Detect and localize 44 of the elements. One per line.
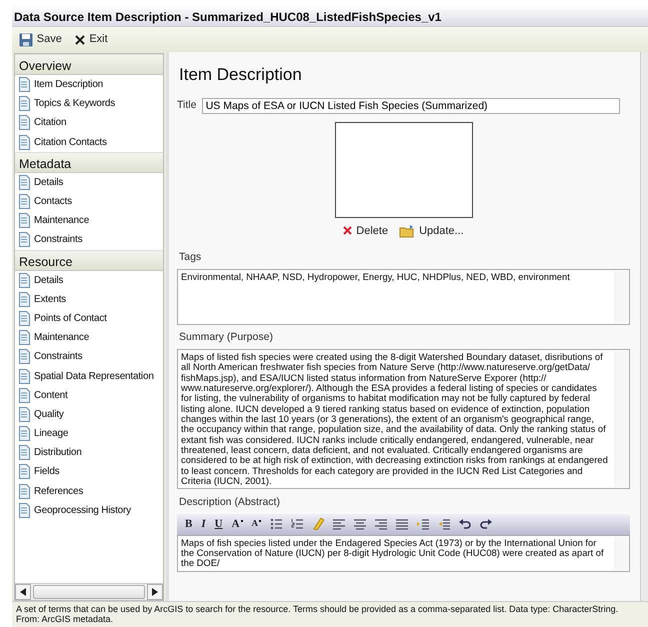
field-label: Summary (Purpose)	[179, 330, 274, 346]
sidebar-item[interactable]: Citation Contacts	[15, 132, 163, 152]
sidebar-item[interactable]: Fields	[15, 462, 163, 482]
delete-button[interactable]: Delete	[343, 222, 388, 239]
save-button[interactable]: Save	[16, 31, 65, 48]
sidebar-item[interactable]: Geoprocessing History	[15, 500, 163, 520]
page-heading: Item Description	[179, 64, 303, 86]
summary-field[interactable]: Maps of listed fish species were created using the 8-digit Watershed Boundary dataset, disributions of all North American freshwater fish species from Nature Serve (http://www.natureserve.org/getData/ fishMaps.jsp), and ESA/IUCN listed status information from NatureServe Exporer (http:// www.natureserve.org/explorer/). Although the ESA provides a federal listing of species or candidates for listing, the vulnerability of organisms to habitat modification may not be fully captured by federal listing alone. IUCN developed a 9 tiered ranking status based on evidence of extinction, population changes within the last 10 years (or 3 generations), the extent of an organism's geographical range, the occupancy within that range, population size, and the availability of data. Only the ranking status of extant fish was considered. IUCN ranks include critically endangered, endangered, vulnerable, near threatened, least concern, data deficient, and not evaluated. Critically endangered organisms are considered to be at high risk of extinction, with decreasing extinction risks from rankings at endangered to least concern. Thresholds for each category are provided in the IUCN Red List Categories and Criteria (IUCN, 2001).	[177, 349, 630, 490]
sidebar-item[interactable]: Quality	[15, 404, 163, 424]
sidebar-item[interactable]: Constraints	[15, 230, 163, 250]
italic-button[interactable]: I	[201, 516, 206, 532]
section-header: Overview	[15, 54, 163, 75]
field-label: Description (Abstract)	[179, 494, 281, 510]
bold-button[interactable]: B	[185, 516, 192, 532]
sidebar-item[interactable]: Lineage	[15, 424, 163, 444]
status-text: A set of terms that can be used by ArcGIS to search for the resource. Terms should be provided as a comma-separated list. Data type: CharacterString. From: ArcGIS metadata.	[12, 601, 648, 627]
grow-button[interactable]: A	[232, 516, 243, 532]
sidebar-item[interactable]: Spatial Data Representation	[15, 366, 163, 386]
description-field[interactable]: Maps of fish species listed under the Endagered Species Act (1973) or by the International Union for the Conservation of Nature (IUCN) per 8-digit Hydrologic Unit Code (HUC08) were created as apart of the DOE/	[177, 534, 630, 572]
sidebar-item[interactable]: Content	[15, 386, 163, 405]
sidebar-item[interactable]: Details	[15, 270, 163, 290]
window-title: Data Source Item Description - Summarized_HUC08_ListedFishSpecies_v1	[12, 6, 648, 26]
sidebar-item[interactable]: Contacts	[15, 192, 163, 212]
sidebar-item[interactable]: Constraints	[15, 347, 163, 366]
sidebar-item[interactable]: Maintenance	[15, 211, 163, 230]
sidebar-item[interactable]: Distribution	[15, 443, 163, 462]
section-header: Resource	[15, 250, 163, 270]
update-button[interactable]: Update...	[399, 222, 464, 239]
tags-field[interactable]: Environmental, NHAAP, NSD, Hydropower, Energy, HUC, NHDPlus, NED, WBD, environment	[177, 268, 630, 325]
underline-button[interactable]: U	[214, 516, 223, 532]
sidebar-item[interactable]: Points of Contact	[15, 308, 163, 328]
sidebar-item[interactable]: References	[15, 482, 163, 501]
section-header: Metadata	[15, 152, 163, 173]
sidebar-item[interactable]: Details	[15, 172, 163, 192]
sidebar-item[interactable]: Item Description	[15, 75, 163, 94]
field-label: Title	[177, 98, 196, 113]
title-field[interactable]: US Maps of ESA or IUCN Listed Fish Species (Summarized)	[202, 98, 620, 114]
sidebar-item[interactable]: Maintenance	[15, 328, 163, 348]
sidebar-item[interactable]: Citation	[15, 113, 163, 133]
exit-button[interactable]: Exit	[72, 31, 110, 48]
field-label: Tags	[179, 250, 202, 265]
sidebar-item[interactable]: Topics & Keywords	[15, 94, 163, 114]
sidebar-item[interactable]: Extents	[15, 290, 163, 309]
shrink-button[interactable]: A	[252, 517, 262, 531]
